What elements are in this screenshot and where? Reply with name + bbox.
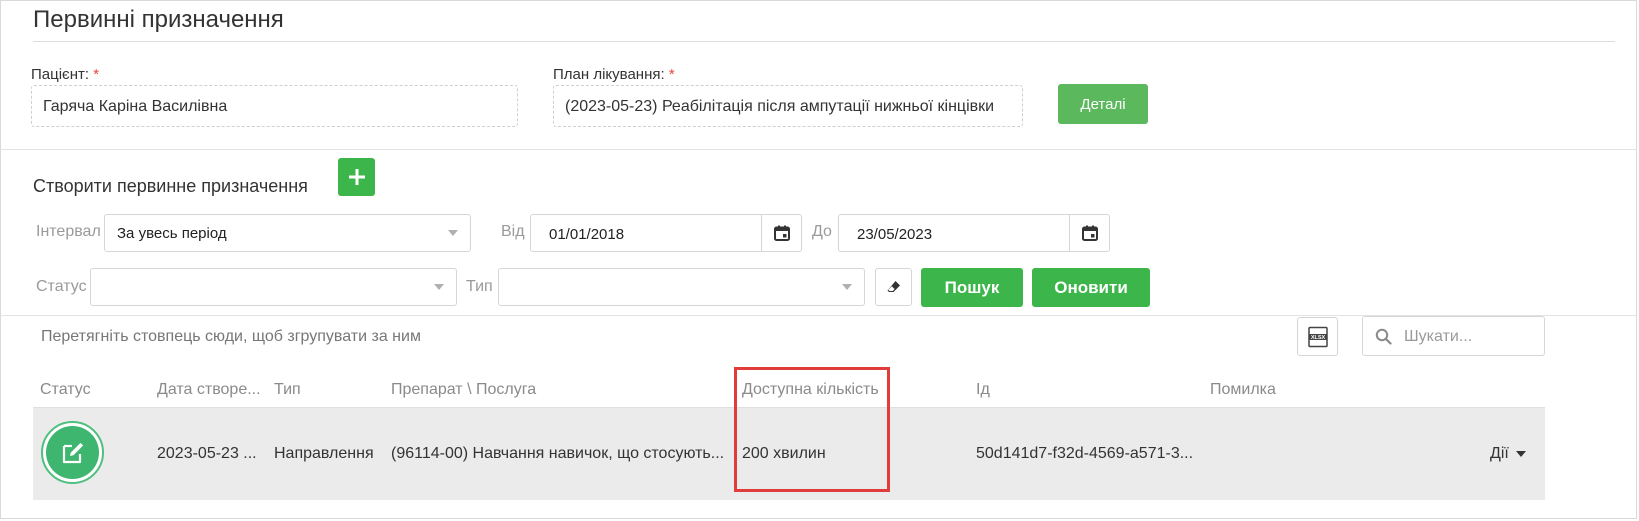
calendar-icon-glyph [773, 225, 790, 241]
plan-required-mark: * [668, 66, 675, 83]
create-section-title: Створити первинне призначення [33, 176, 308, 196]
status-select[interactable] [90, 268, 457, 306]
from-label: Від [501, 223, 525, 240]
add-button[interactable] [338, 158, 375, 196]
cell-type: Направлення [274, 445, 374, 462]
patient-field[interactable]: Гаряча Каріна Василівна [31, 85, 518, 127]
row-actions-label: Дії [1490, 445, 1509, 462]
to-date-value: 23/05/2023 [857, 226, 933, 243]
patient-label: Пацієнт: * [31, 66, 99, 83]
title-divider [33, 41, 1615, 42]
from-date-input[interactable]: 01/01/2018 [530, 214, 802, 252]
status-badge-inner [46, 426, 99, 479]
cell-created-date: 2023-05-23 ... [157, 445, 257, 462]
plan-label: План лікування: * [553, 66, 675, 83]
eraser-icon [887, 281, 900, 292]
edit-icon [62, 442, 83, 463]
col-status[interactable]: Статус [40, 381, 91, 399]
patient-label-text: Пацієнт: [31, 66, 90, 83]
highlight-frame [734, 367, 890, 492]
details-button[interactable]: Деталі [1058, 84, 1148, 124]
grid-search-input[interactable]: Шукати... [1362, 316, 1545, 356]
xlsx-export-icon: XLSX [1307, 326, 1328, 347]
chevron-down-icon [1515, 451, 1526, 457]
export-xlsx-button[interactable]: XLSX [1297, 317, 1338, 356]
section-divider [0, 149, 1637, 150]
col-type[interactable]: Тип [274, 381, 301, 399]
col-id[interactable]: Ід [976, 381, 990, 399]
status-badge[interactable] [41, 421, 104, 484]
to-date-input[interactable]: 23/05/2023 [838, 214, 1110, 252]
col-service[interactable]: Препарат \ Послуга [391, 381, 536, 399]
group-panel-hint: Перетягніть стовпець сюди, щоб згрупуват… [41, 328, 421, 345]
from-date-value: 01/01/2018 [549, 226, 625, 243]
col-created-date[interactable]: Дата створе... [157, 381, 261, 399]
cell-id: 50d141d7-f32d-4569-a571-3... [976, 445, 1194, 462]
chevron-down-icon [842, 284, 852, 290]
plus-icon [348, 169, 365, 185]
interval-value: За увесь період [117, 225, 227, 242]
interval-select[interactable]: За увесь період [104, 214, 471, 252]
chevron-down-icon [434, 284, 444, 290]
search-placeholder: Шукати... [1404, 328, 1473, 345]
type-select[interactable] [498, 268, 865, 306]
type-label: Тип [466, 278, 493, 295]
search-button[interactable]: Пошук [921, 268, 1023, 307]
patient-required-mark: * [93, 66, 100, 83]
col-error[interactable]: Помилка [1210, 381, 1276, 399]
chevron-down-icon [448, 230, 458, 236]
clear-filters-button[interactable] [875, 268, 912, 306]
svg-text:XLSX: XLSX [1310, 334, 1325, 340]
status-label: Статус [36, 278, 87, 295]
page-title: Первинні призначення [33, 6, 284, 33]
calendar-icon-glyph [1081, 225, 1098, 241]
calendar-icon[interactable] [1069, 215, 1109, 251]
calendar-icon[interactable] [761, 215, 801, 251]
cell-service: (96114-00) Навчання навичок, що стосують… [391, 445, 725, 462]
row-actions-dropdown[interactable]: Дії [1490, 445, 1526, 463]
plan-field[interactable]: (2023-05-23) Реабілітація після ампутаці… [553, 85, 1023, 127]
interval-label: Інтервал [36, 223, 101, 240]
search-icon [1375, 328, 1392, 345]
to-label: До [812, 223, 832, 240]
plan-label-text: План лікування: [553, 66, 665, 83]
refresh-button[interactable]: Оновити [1032, 268, 1150, 307]
